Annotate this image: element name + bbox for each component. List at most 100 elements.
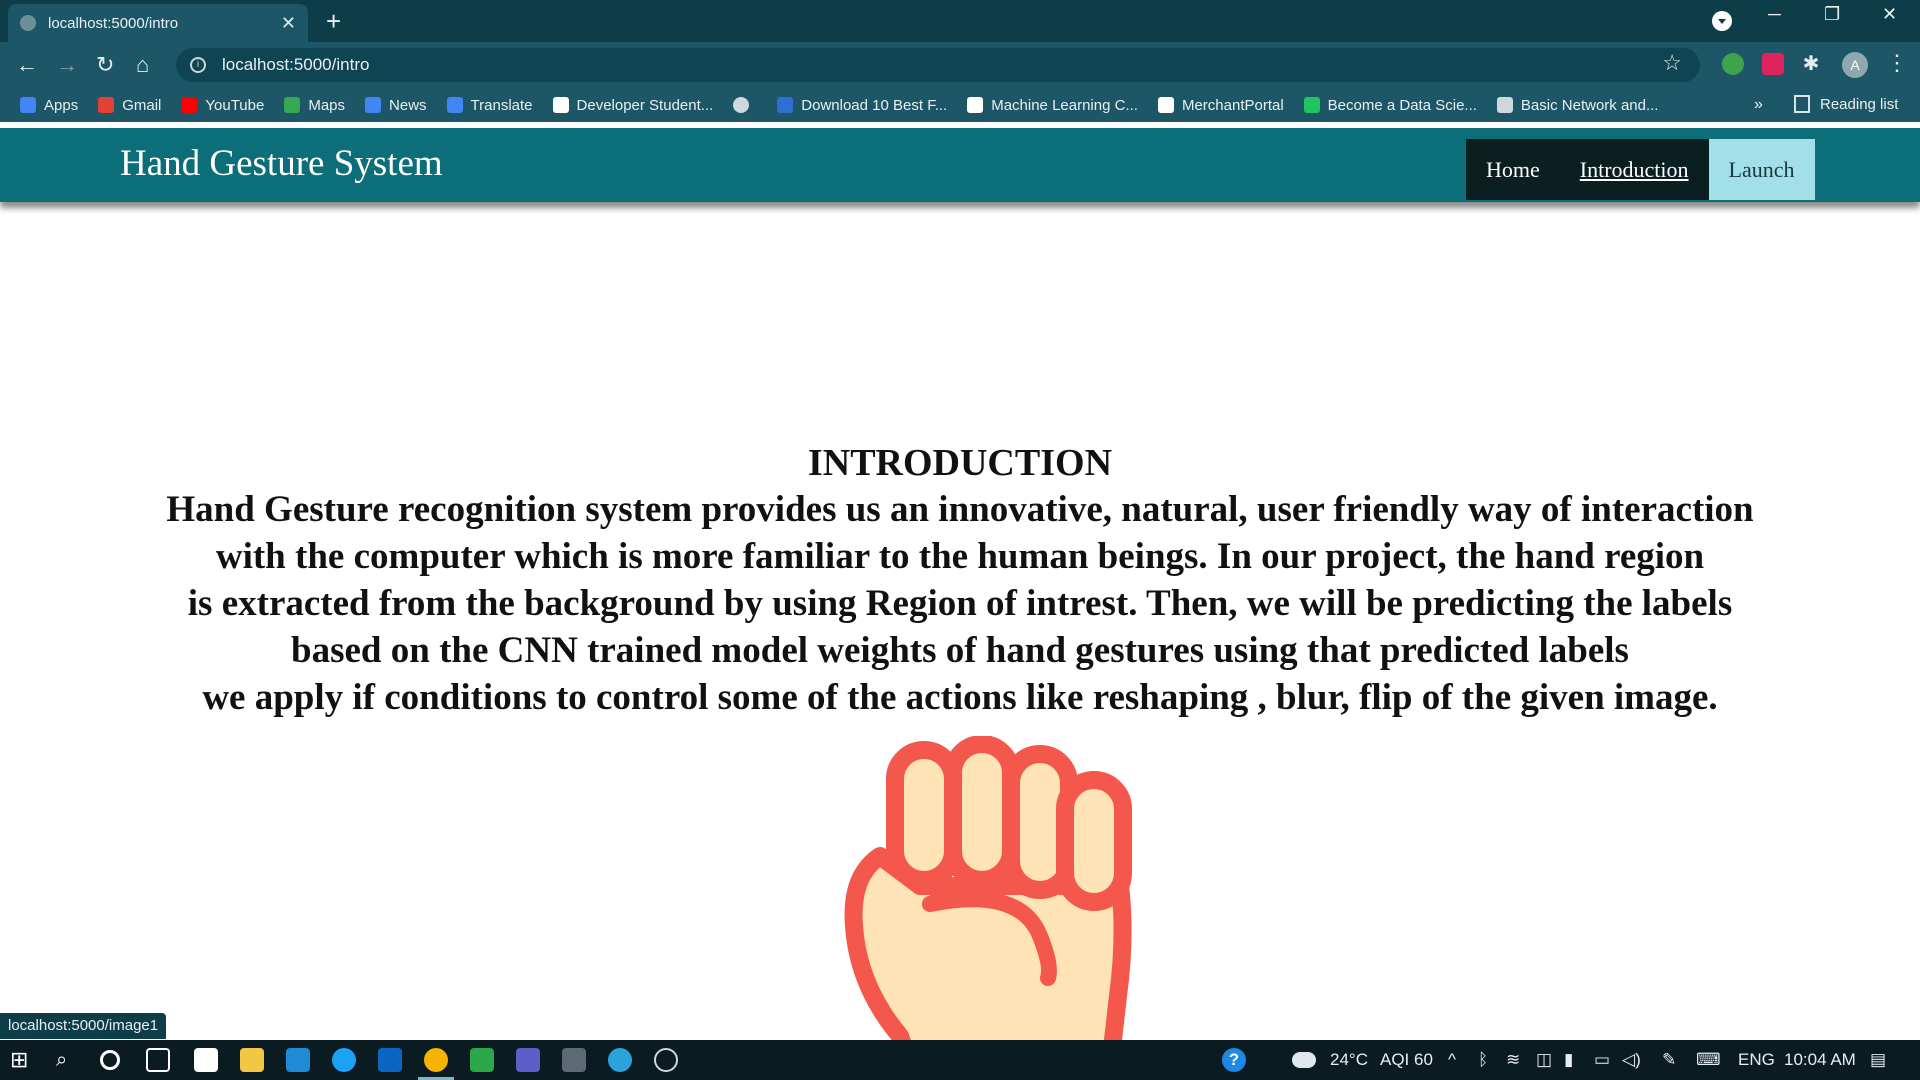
close-window-button[interactable]: ✕ — [1882, 4, 1897, 25]
tab-title: localhost:5000/intro — [48, 14, 179, 32]
extensions-puzzle-icon[interactable]: ✱ — [1800, 53, 1822, 75]
app-icon[interactable] — [194, 1048, 218, 1072]
windows-start-icon[interactable]: ⊞ — [10, 1048, 34, 1072]
profile-avatar[interactable]: A — [1842, 52, 1868, 78]
bookmark-label: Download 10 Best F... — [801, 96, 948, 114]
chevron-up-icon[interactable]: ^ — [1448, 1050, 1456, 1070]
search-icon[interactable]: ⌕ — [56, 1048, 80, 1072]
bookmark-news[interactable]: News — [365, 97, 427, 114]
site-header: Hand Gesture System Home Introduction La… — [0, 128, 1920, 202]
obs-icon[interactable] — [654, 1048, 678, 1072]
nav-link-home[interactable]: Home — [1466, 139, 1560, 200]
terminal-icon[interactable] — [562, 1048, 586, 1072]
bookmark-youtube[interactable]: YouTube — [181, 97, 264, 114]
network-site-icon — [1496, 97, 1513, 113]
globe-icon — [20, 15, 36, 31]
bookmark-label: News — [389, 96, 427, 114]
bookmark-label: Machine Learning C... — [991, 96, 1138, 114]
reload-icon[interactable]: ↻ — [96, 50, 114, 80]
bookmark-label: Gmail — [122, 96, 162, 114]
notification-icon[interactable]: ▤ — [1870, 1050, 1886, 1070]
bookmark-basic-network[interactable]: Basic Network and... — [1496, 97, 1658, 114]
nav-link-launch[interactable]: Launch — [1708, 139, 1815, 200]
close-tab-icon[interactable]: ✕ — [281, 13, 296, 34]
microphone-icon[interactable]: ▮ — [1564, 1050, 1573, 1070]
browser-toolbar: ← → ↻ ⌂ i localhost:5000/intro ☆ ✱ A ⋮ — [0, 42, 1920, 88]
bookmark-label: Become a Data Scie... — [1327, 96, 1477, 114]
bookmark-globe[interactable] — [733, 97, 757, 113]
volume-icon[interactable]: ◁) — [1622, 1050, 1641, 1070]
aqi-value[interactable]: AQI 60 — [1380, 1050, 1433, 1070]
clock-time[interactable]: 10:04 AM — [1784, 1050, 1856, 1070]
chrome-icon[interactable] — [424, 1048, 448, 1072]
intro-paragraph-line: is extracted from the background by usin… — [187, 583, 1733, 624]
new-tab-button[interactable]: + — [326, 6, 341, 36]
bookmark-star-icon[interactable]: ☆ — [1662, 50, 1682, 76]
menu-kebab-icon[interactable]: ⋮ — [1886, 50, 1908, 76]
restore-button[interactable]: ❐ — [1824, 4, 1840, 25]
pocket-extension-icon[interactable] — [1762, 53, 1784, 75]
task-view-icon[interactable] — [146, 1048, 170, 1072]
bookmark-data-science[interactable]: Become a Data Scie... — [1303, 96, 1477, 114]
media-control-icon[interactable] — [1712, 11, 1732, 31]
help-icon[interactable]: ? — [1222, 1048, 1246, 1072]
nav-link-introduction[interactable]: Introduction — [1560, 139, 1709, 200]
apps-grid-icon — [20, 97, 36, 113]
minimize-button[interactable]: ─ — [1768, 4, 1781, 25]
pen-icon[interactable]: ✎ — [1662, 1050, 1676, 1070]
news-icon — [365, 97, 382, 113]
bookmark-label: Developer Student... — [576, 96, 714, 114]
browser-tab[interactable]: localhost:5000/intro ✕ — [8, 4, 308, 42]
bookmark-label: Translate — [470, 96, 533, 114]
wifi-icon[interactable]: ≋ — [1506, 1050, 1520, 1070]
intro-paragraph-line: with the computer which is more familiar… — [215, 536, 1705, 577]
dsc-icon — [552, 97, 569, 113]
vscode-icon[interactable] — [470, 1048, 494, 1072]
cortana-icon[interactable] — [100, 1050, 120, 1070]
weather-cloud-icon[interactable] — [1292, 1052, 1316, 1068]
back-icon[interactable]: ← — [16, 50, 38, 80]
language-indicator[interactable]: ENG — [1738, 1050, 1775, 1070]
bookmark-label: YouTube — [205, 96, 265, 114]
site-nav: Home Introduction Launch — [1466, 139, 1815, 200]
bookmarks-bar: Apps Gmail YouTube Maps News Translate D… — [0, 88, 1920, 122]
bookmark-developer-student[interactable]: Developer Student... — [552, 96, 714, 114]
page-title: INTRODUCTION — [807, 442, 1113, 484]
reading-list-button[interactable]: Reading list — [1794, 95, 1898, 113]
gmail-icon — [98, 97, 115, 113]
bookmark-maps[interactable]: Maps — [284, 97, 345, 114]
browser-tab-strip: localhost:5000/intro ✕ + ─ ❐ ✕ — [0, 0, 1920, 42]
teams-icon[interactable] — [516, 1048, 540, 1072]
bookmark-gmail[interactable]: Gmail — [98, 97, 161, 114]
shield-extension-icon[interactable] — [1722, 53, 1744, 75]
battery-icon[interactable]: ▭ — [1594, 1050, 1610, 1070]
ml-course-icon — [967, 97, 984, 113]
fist-image[interactable] — [840, 736, 1150, 1040]
bluetooth-icon[interactable]: ᛒ — [1478, 1050, 1488, 1070]
weather-temperature[interactable]: 24°C — [1330, 1050, 1368, 1070]
intro-paragraph-line: based on the CNN trained model weights o… — [291, 630, 1629, 671]
home-icon[interactable]: ⌂ — [136, 50, 149, 80]
bookmark-overflow-button[interactable]: » — [1754, 96, 1763, 114]
translate-icon — [446, 97, 463, 113]
linkedin-icon[interactable] — [378, 1048, 402, 1072]
mail-icon[interactable] — [286, 1048, 310, 1072]
merchant-portal-icon — [1157, 97, 1174, 113]
bookmark-merchantportal[interactable]: MerchantPortal — [1157, 97, 1284, 114]
bookmark-download[interactable]: Download 10 Best F... — [777, 97, 947, 114]
taskbar: ⊞ ⌕ ? 24°C AQI 60 ^ ᛒ ≋ ◫ ▮ ▭ ◁) ✎ ⌨ ENG… — [0, 1040, 1920, 1080]
keyboard-icon[interactable]: ⌨ — [1696, 1050, 1721, 1070]
bookmark-translate[interactable]: Translate — [446, 96, 533, 114]
bookmark-apps[interactable]: Apps — [20, 97, 78, 114]
site-brand[interactable]: Hand Gesture System — [120, 142, 443, 185]
camera-icon[interactable]: ◫ — [1536, 1050, 1552, 1070]
bookmark-machine-learning[interactable]: Machine Learning C... — [967, 97, 1138, 114]
forward-icon[interactable]: → — [56, 50, 78, 80]
file-explorer-icon[interactable] — [240, 1048, 264, 1072]
telegram-icon[interactable] — [608, 1048, 632, 1072]
twitter-icon[interactable] — [332, 1048, 356, 1072]
address-bar[interactable]: i localhost:5000/intro ☆ — [176, 48, 1700, 82]
reading-list-label: Reading list — [1820, 95, 1899, 113]
site-info-icon[interactable]: i — [190, 57, 206, 73]
intro-section: INTRODUCTION Hand Gesture recognition sy… — [0, 440, 1920, 721]
